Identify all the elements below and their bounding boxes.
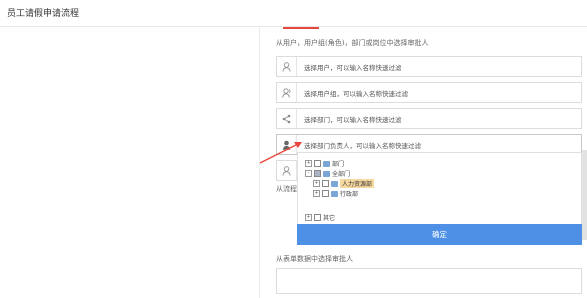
collapse-icon[interactable]: - bbox=[305, 170, 312, 177]
user-group-select-field[interactable]: 选择用户组，可以输入名称快速过滤 bbox=[276, 82, 582, 103]
share-nodes-icon bbox=[277, 109, 297, 128]
tree-node[interactable]: + 部门 bbox=[305, 159, 344, 168]
expand-icon[interactable]: + bbox=[313, 190, 320, 197]
window-title: 员工请假申请流程 bbox=[7, 9, 80, 19]
folder-icon bbox=[331, 190, 338, 197]
tree-node[interactable]: + 其它 bbox=[305, 213, 335, 222]
tree-checkbox[interactable] bbox=[314, 214, 321, 221]
tree-node-label: 行政部 bbox=[340, 191, 359, 198]
tree-node[interactable]: + 行政部 bbox=[313, 189, 358, 198]
tree-node[interactable]: + 人力资源部 bbox=[313, 179, 375, 188]
annotation-arrow bbox=[259, 142, 302, 164]
expand-icon[interactable]: + bbox=[305, 214, 312, 221]
department-head-select-placeholder: 选择部门负责人，可以输入名称快速过滤 bbox=[304, 142, 421, 150]
tree-node[interactable]: - 全部门 bbox=[305, 169, 350, 178]
tree-node-label: 其它 bbox=[323, 215, 336, 222]
user-group-select-placeholder: 选择用户组，可以输入名称快速过滤 bbox=[304, 90, 408, 98]
tree-node-label: 全部门 bbox=[332, 171, 351, 178]
department-select-field[interactable]: 选择部门，可以输入名称快速过滤 bbox=[276, 108, 582, 129]
tree-checkbox[interactable] bbox=[322, 180, 329, 187]
user-select-field[interactable]: 选择用户，可以输入名称快速过滤 bbox=[276, 56, 582, 77]
folder-icon bbox=[331, 180, 338, 187]
tree-checkbox[interactable] bbox=[314, 160, 321, 167]
users-section-label: 从用户，用户组(角色)，部门或岗位中选择审批人 bbox=[276, 39, 429, 47]
user-group-icon bbox=[277, 83, 297, 102]
scrollbar[interactable] bbox=[582, 150, 587, 240]
user-select-placeholder: 选择用户，可以输入名称快速过滤 bbox=[304, 64, 402, 72]
title-bar: 员工请假申请流程 bbox=[0, 0, 587, 27]
form-section-label: 从表单数据中选择审批人 bbox=[276, 255, 353, 263]
tree-node-label: 人力资源部 bbox=[340, 179, 375, 188]
tree-checkbox[interactable] bbox=[322, 190, 329, 197]
tree-checkbox[interactable] bbox=[314, 170, 321, 177]
folder-icon bbox=[323, 170, 330, 177]
user-icon bbox=[277, 57, 297, 76]
folder-icon bbox=[323, 160, 330, 167]
tree-node-label: 部门 bbox=[332, 161, 345, 168]
expand-icon[interactable]: + bbox=[313, 180, 320, 187]
active-tab-indicator bbox=[283, 27, 319, 29]
department-select-placeholder: 选择部门，可以输入名称快速过滤 bbox=[304, 116, 402, 124]
confirm-button[interactable]: 确定 bbox=[297, 224, 582, 245]
form-approver-field[interactable] bbox=[276, 268, 582, 294]
